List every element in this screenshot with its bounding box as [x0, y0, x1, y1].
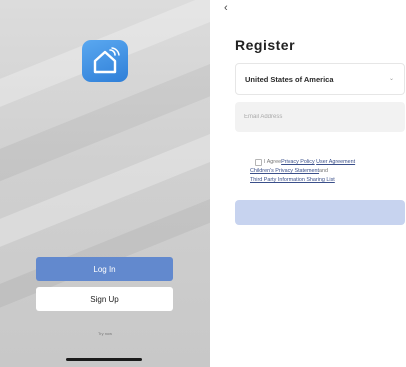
agree-text: I Agree: [264, 159, 282, 165]
childrens-privacy-link[interactable]: Children's Privacy Statement: [250, 168, 319, 174]
register-screen: ‹ Register United States of America ⌄ I …: [210, 0, 406, 367]
user-agreement-link[interactable]: User Agreement: [316, 159, 355, 165]
chevron-down-icon: ⌄: [388, 76, 394, 82]
try-now-link[interactable]: Try now: [0, 331, 210, 336]
chevron-left-icon[interactable]: ‹: [224, 2, 228, 14]
page-title: Register: [235, 37, 296, 53]
try-now-label: Try now: [97, 331, 113, 336]
login-screen: Log In Sign Up Try now: [0, 0, 210, 367]
country-select[interactable]: United States of America ⌄: [235, 63, 405, 95]
signup-button-label: Sign Up: [90, 294, 119, 304]
login-button[interactable]: Log In: [36, 257, 173, 281]
smart-home-icon: [82, 40, 128, 82]
and-text: and: [319, 168, 329, 174]
email-field[interactable]: [235, 102, 405, 132]
home-indicator: [66, 358, 142, 361]
country-value: United States of America: [245, 74, 334, 84]
terms-agreement: I AgreePrivacy Policy User Agreement Chi…: [250, 158, 400, 185]
signup-button[interactable]: Sign Up: [36, 287, 173, 311]
login-button-label: Log In: [93, 264, 116, 274]
third-party-sharing-link[interactable]: Third Party Information Sharing List: [250, 177, 335, 183]
privacy-policy-link[interactable]: Privacy Policy: [281, 159, 315, 165]
register-button[interactable]: [235, 200, 405, 225]
